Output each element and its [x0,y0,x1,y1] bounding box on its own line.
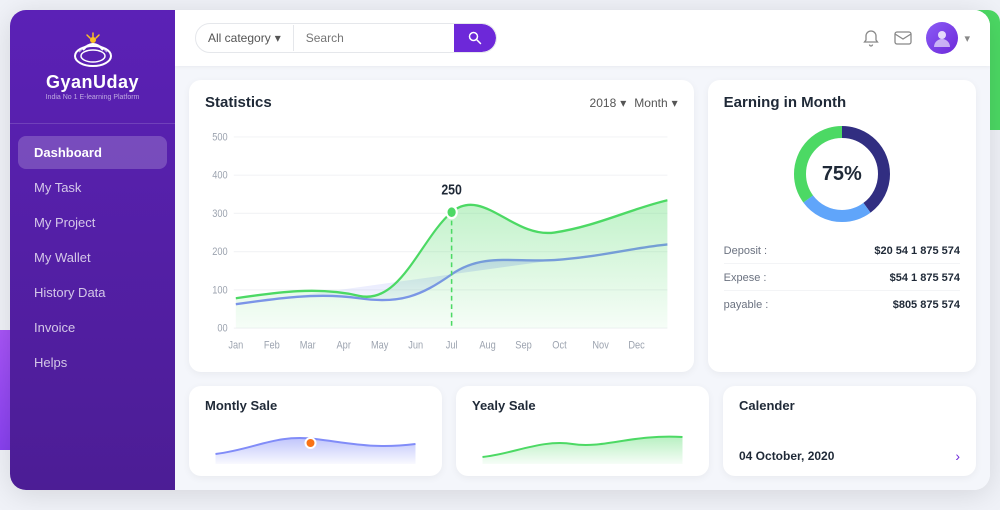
sidebar-item-mytask[interactable]: My Task [18,171,167,204]
svg-text:Dec: Dec [628,340,644,352]
svg-text:200: 200 [212,247,228,259]
yearly-sale-body [472,419,693,464]
notification-button[interactable] [862,29,880,47]
logo-title: GyanUday [46,72,139,93]
expense-row: Expese : $54 1 875 574 [724,272,960,291]
monthly-sale-title: Montly Sale [205,398,426,413]
app-container: GyanUday India No 1 E-learning Platform … [10,10,990,490]
sidebar-item-historydata[interactable]: History Data [18,276,167,309]
svg-text:Sep: Sep [515,340,532,352]
category-label: All category [208,31,271,45]
donut-percentage: 75% [822,163,862,185]
yearly-sale-card: Yealy Sale [456,386,709,476]
yearly-sale-chart [472,419,693,464]
svg-text:Jun: Jun [408,340,423,352]
category-chevron-icon: ▾ [275,31,281,45]
period-label: Month [634,96,667,110]
calendar-card: Calender 04 October, 2020 › [723,386,976,476]
payable-value: $805 875 574 [893,299,960,311]
svg-text:500: 500 [212,132,228,144]
earning-card: Earning in Month 75% [708,80,976,372]
payable-label: payable : [724,299,769,311]
svg-text:Nov: Nov [592,340,608,352]
bell-icon [862,29,880,47]
statistics-chart: 500 400 300 200 100 00 [205,119,678,358]
calendar-title: Calender [739,398,960,413]
content-area: Statistics 2018 ▾ Month ▾ [175,66,990,490]
expense-value: $54 1 875 574 [890,272,960,284]
deposit-value: $20 54 1 875 574 [874,245,960,257]
svg-text:250: 250 [441,181,462,197]
calendar-next-button[interactable]: › [955,448,960,464]
monthly-sale-body [205,419,426,464]
period-selector[interactable]: Month ▾ [634,96,677,110]
yearly-sale-title: Yealy Sale [472,398,693,413]
avatar-button[interactable]: ▾ [926,22,970,54]
donut-label: 75% [822,163,862,186]
sidebar-item-helps[interactable]: Helps [18,346,167,379]
logo-icon [69,30,117,68]
earning-title: Earning in Month [724,94,960,111]
search-icon [468,31,482,45]
mail-icon [894,31,912,45]
svg-text:Oct: Oct [552,340,567,352]
cards-row: Statistics 2018 ▾ Month ▾ [189,80,976,372]
calendar-nav: 04 October, 2020 › [739,448,960,464]
chart-container: 500 400 300 200 100 00 [205,119,678,358]
monthly-sale-card: Montly Sale [189,386,442,476]
sidebar-item-invoice[interactable]: Invoice [18,311,167,344]
earning-stats: Deposit : $20 54 1 875 574 Expese : $54 … [724,245,960,311]
svg-text:400: 400 [212,170,228,182]
header-icons: ▾ [862,22,970,54]
svg-text:May: May [371,340,388,352]
sidebar-logo: GyanUday India No 1 E-learning Platform [10,30,175,124]
payable-row: payable : $805 875 574 [724,299,960,311]
statistics-title: Statistics [205,94,272,111]
svg-text:00: 00 [217,323,228,335]
logo-subtitle: India No 1 E-learning Platform [46,93,140,103]
header: All category ▾ [175,10,990,66]
svg-text:100: 100 [212,285,228,297]
avatar [926,22,958,54]
search-button[interactable] [454,24,496,52]
svg-text:Feb: Feb [264,340,280,352]
monthly-sale-chart [205,419,426,464]
year-chevron-icon: ▾ [620,96,626,110]
donut-container: 75% [724,119,960,229]
svg-text:Aug: Aug [479,340,495,352]
sidebar-nav: Dashboard My Task My Project My Wallet H… [10,136,175,379]
sidebar-item-dashboard[interactable]: Dashboard [18,136,167,169]
deposit-row: Deposit : $20 54 1 875 574 [724,245,960,264]
svg-text:Mar: Mar [300,340,317,352]
sidebar: GyanUday India No 1 E-learning Platform … [10,10,175,490]
calendar-date: 04 October, 2020 [739,449,834,463]
search-bar: All category ▾ [195,23,497,53]
svg-text:300: 300 [212,208,228,220]
category-button[interactable]: All category ▾ [196,25,294,51]
year-selector[interactable]: 2018 ▾ [590,96,627,110]
svg-text:Jan: Jan [228,340,243,352]
bottom-row: Montly Sale [189,386,976,476]
period-chevron-icon: ▾ [672,96,678,110]
avatar-chevron-icon: ▾ [964,32,970,45]
statistics-card: Statistics 2018 ▾ Month ▾ [189,80,694,372]
sidebar-item-myproject[interactable]: My Project [18,206,167,239]
svg-text:Jul: Jul [446,340,458,352]
statistics-controls: 2018 ▾ Month ▾ [590,96,678,110]
sidebar-item-mywallet[interactable]: My Wallet [18,241,167,274]
search-input[interactable] [294,25,454,51]
deposit-label: Deposit : [724,245,767,257]
expense-label: Expese : [724,272,767,284]
statistics-header: Statistics 2018 ▾ Month ▾ [205,94,678,111]
year-label: 2018 [590,96,617,110]
mail-button[interactable] [894,31,912,45]
main-content: All category ▾ [175,10,990,490]
svg-text:Apr: Apr [337,340,352,352]
